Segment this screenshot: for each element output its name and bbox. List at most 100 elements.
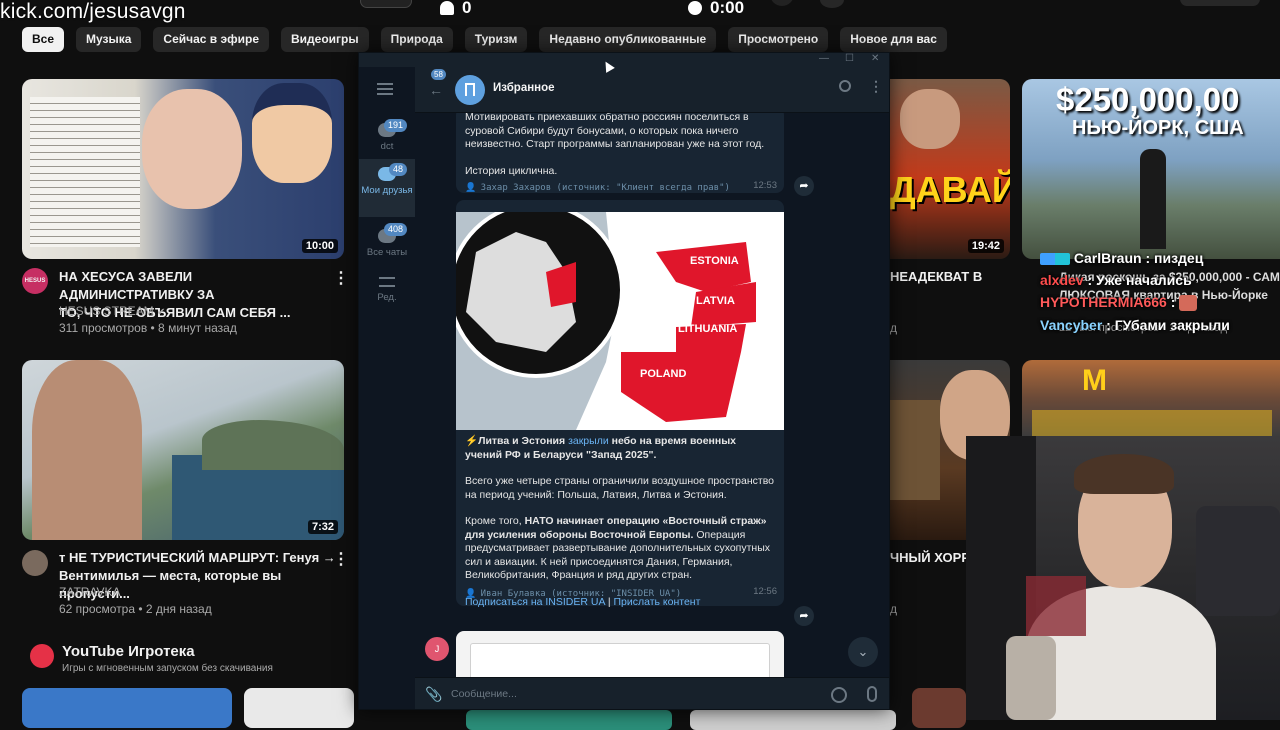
back-arrow-icon[interactable]: ← — [429, 82, 443, 98]
playables-title[interactable]: YouTube Игротека — [62, 643, 195, 660]
inline-link[interactable]: закрыли — [568, 435, 609, 447]
video-thumbnail[interactable]: 10:00 — [22, 79, 344, 259]
folder-my-friends[interactable]: 48 Мои друзья — [359, 159, 415, 217]
timer-value: 0:00 — [710, 0, 745, 17]
scroll-down-icon[interactable]: ⌄ — [848, 637, 878, 667]
chat-text: : — [1166, 294, 1180, 310]
more-menu-icon[interactable]: ⋮ — [869, 78, 883, 95]
folder-sidebar: 191 dct 48 Мои друзья 408 Все чаты Ред. — [359, 67, 415, 709]
sign-in-button[interactable] — [1180, 0, 1260, 6]
sender-avatar[interactable]: J — [425, 637, 449, 661]
chat-text: : ГУбами закрыли — [1102, 317, 1230, 334]
video-meta: д — [890, 321, 898, 335]
video-thumbnail[interactable]: ДАВАЙ 19:42 — [890, 79, 1010, 259]
estonia-label: ESTONIA — [690, 255, 739, 267]
chat-username: Vancyber — [1040, 317, 1103, 334]
video-title[interactable]: НЕАДЕКВАТ В — [890, 268, 982, 286]
mcdonalds-logo-icon: M — [1082, 364, 1107, 397]
flag-decoration — [1026, 576, 1086, 636]
chip-videogames[interactable]: Видеоигры — [281, 27, 369, 52]
message-input[interactable]: Сообщение... — [451, 688, 517, 700]
maximize-icon[interactable]: ☐ — [845, 53, 854, 64]
game-card[interactable] — [690, 710, 896, 730]
video-title-line: т НЕ ТУРИСТИЧЕСКИЙ МАРШРУТ: Генуя → — [59, 550, 336, 565]
chat-message: Vancyber : ГУбами закрыли — [1040, 317, 1280, 333]
chip-new-for-you[interactable]: Новое для вас — [840, 27, 947, 52]
search-box-edge — [360, 0, 412, 8]
video-meta: 62 просмотра • 2 дня назад — [59, 602, 212, 616]
game-card[interactable] — [22, 688, 232, 728]
back-unread-count: 58 — [434, 70, 443, 79]
back-unread-badge: 58 — [431, 69, 446, 80]
game-card[interactable] — [912, 688, 966, 728]
verified-icon: ✔ — [157, 307, 166, 318]
folder-label: Ред. — [377, 292, 397, 303]
window-titlebar — [359, 53, 889, 67]
create-button[interactable] — [820, 0, 844, 8]
telegram-window: — ☐ ✕ 191 dct 48 Мои друзья 408 Все чаты… — [358, 52, 890, 710]
unread-badge: 48 — [388, 163, 407, 176]
stopwatch-icon — [688, 1, 702, 15]
chat-username: HYPOTHERMIA666 — [1040, 294, 1167, 310]
more-options-icon[interactable]: ⋮ — [333, 268, 349, 288]
attach-icon[interactable]: 📎 — [425, 686, 442, 703]
channel-name[interactable]: HESUS STREAM ✔ — [59, 303, 165, 321]
chat-title[interactable]: Избранное — [493, 82, 555, 94]
message-bubble — [456, 631, 784, 677]
microphone-icon[interactable] — [867, 686, 877, 702]
chip-recent[interactable]: Недавно опубликованные — [539, 27, 717, 52]
viewers-stat: 0 — [440, 0, 471, 18]
video-thumbnail[interactable]: $250,000,00 НЬЮ-ЙОРК, США — [1022, 79, 1280, 259]
folder-dct[interactable]: 191 dct — [359, 117, 415, 159]
thumbnail-text: $250,000,00 — [1056, 81, 1240, 118]
search-icon[interactable] — [839, 80, 851, 92]
chip-nature[interactable]: Природа — [380, 27, 453, 52]
channel-avatar[interactable] — [22, 550, 48, 576]
filter-chips: Все Музыка Сейчас в эфире Видеоигры Прир… — [22, 27, 947, 52]
channel-name-text: HESUS STREAM — [59, 304, 154, 318]
forward-info[interactable]: 👤 Захар Захаров (источник: "Клиент всегд… — [465, 177, 730, 195]
more-options-icon[interactable]: ⋮ — [333, 549, 349, 569]
search-button[interactable] — [770, 0, 794, 6]
chip-watched[interactable]: Просмотрено — [728, 27, 829, 52]
latvia-label: LATVIA — [696, 295, 735, 307]
person-figure — [1140, 149, 1166, 249]
close-icon[interactable]: ✕ — [871, 53, 879, 64]
forward-info[interactable]: 👤 Иван Булавка (источник: "INSIDER UA") — [465, 583, 681, 601]
chat-header: ← 58 Избранное ⋮ — [415, 67, 889, 113]
baltic-map-image[interactable]: ESTONIA LATVIA LITHUANIA POLAND — [456, 212, 784, 430]
cartoon-police — [252, 83, 332, 183]
bookmark-icon — [465, 83, 475, 96]
minimize-icon[interactable]: — — [819, 53, 829, 64]
emoji-icon[interactable] — [831, 687, 847, 703]
folder-label: Все чаты — [366, 247, 408, 258]
folder-label: dct — [380, 141, 394, 152]
video-thumbnail[interactable]: 7:32 — [22, 360, 344, 540]
channel-name[interactable]: ZATRAVKA — [59, 584, 121, 601]
message-bubble: Мотивировать приехавших обратно россиян … — [456, 113, 784, 193]
folder-edit[interactable]: Ред. — [359, 271, 415, 313]
menu-icon[interactable] — [377, 83, 393, 95]
saved-messages-avatar[interactable] — [455, 75, 485, 105]
video-meta: д — [890, 602, 898, 616]
chip-tourism[interactable]: Туризм — [464, 27, 528, 52]
chip-all[interactable]: Все — [22, 27, 65, 52]
character-figure — [890, 400, 940, 500]
share-icon[interactable]: ➦ — [794, 176, 814, 196]
chat-text: : пиздец — [1141, 250, 1204, 266]
chat-username: alxdev — [1040, 272, 1084, 288]
chip-live[interactable]: Сейчас в эфире — [153, 27, 270, 52]
viewers-count: 0 — [462, 0, 472, 17]
message-list[interactable]: Мотивировать приехавших обратно россиян … — [415, 113, 889, 677]
message-paragraph: История циклична. — [465, 164, 558, 177]
game-card[interactable] — [466, 710, 672, 730]
chip-music[interactable]: Музыка — [76, 27, 142, 52]
folder-all-chats[interactable]: 408 Все чаты — [359, 221, 415, 263]
user-icon: 👤 — [465, 182, 477, 192]
game-card[interactable] — [244, 688, 354, 728]
channel-avatar[interactable]: HESUS — [22, 268, 48, 294]
share-icon[interactable]: ➦ — [794, 606, 814, 626]
video-thumbnail[interactable]: M — [1022, 360, 1280, 436]
microphone-stand — [1006, 636, 1056, 720]
message-bubble: ESTONIA LATVIA LITHUANIA POLAND ⚡Литва и… — [456, 200, 784, 608]
